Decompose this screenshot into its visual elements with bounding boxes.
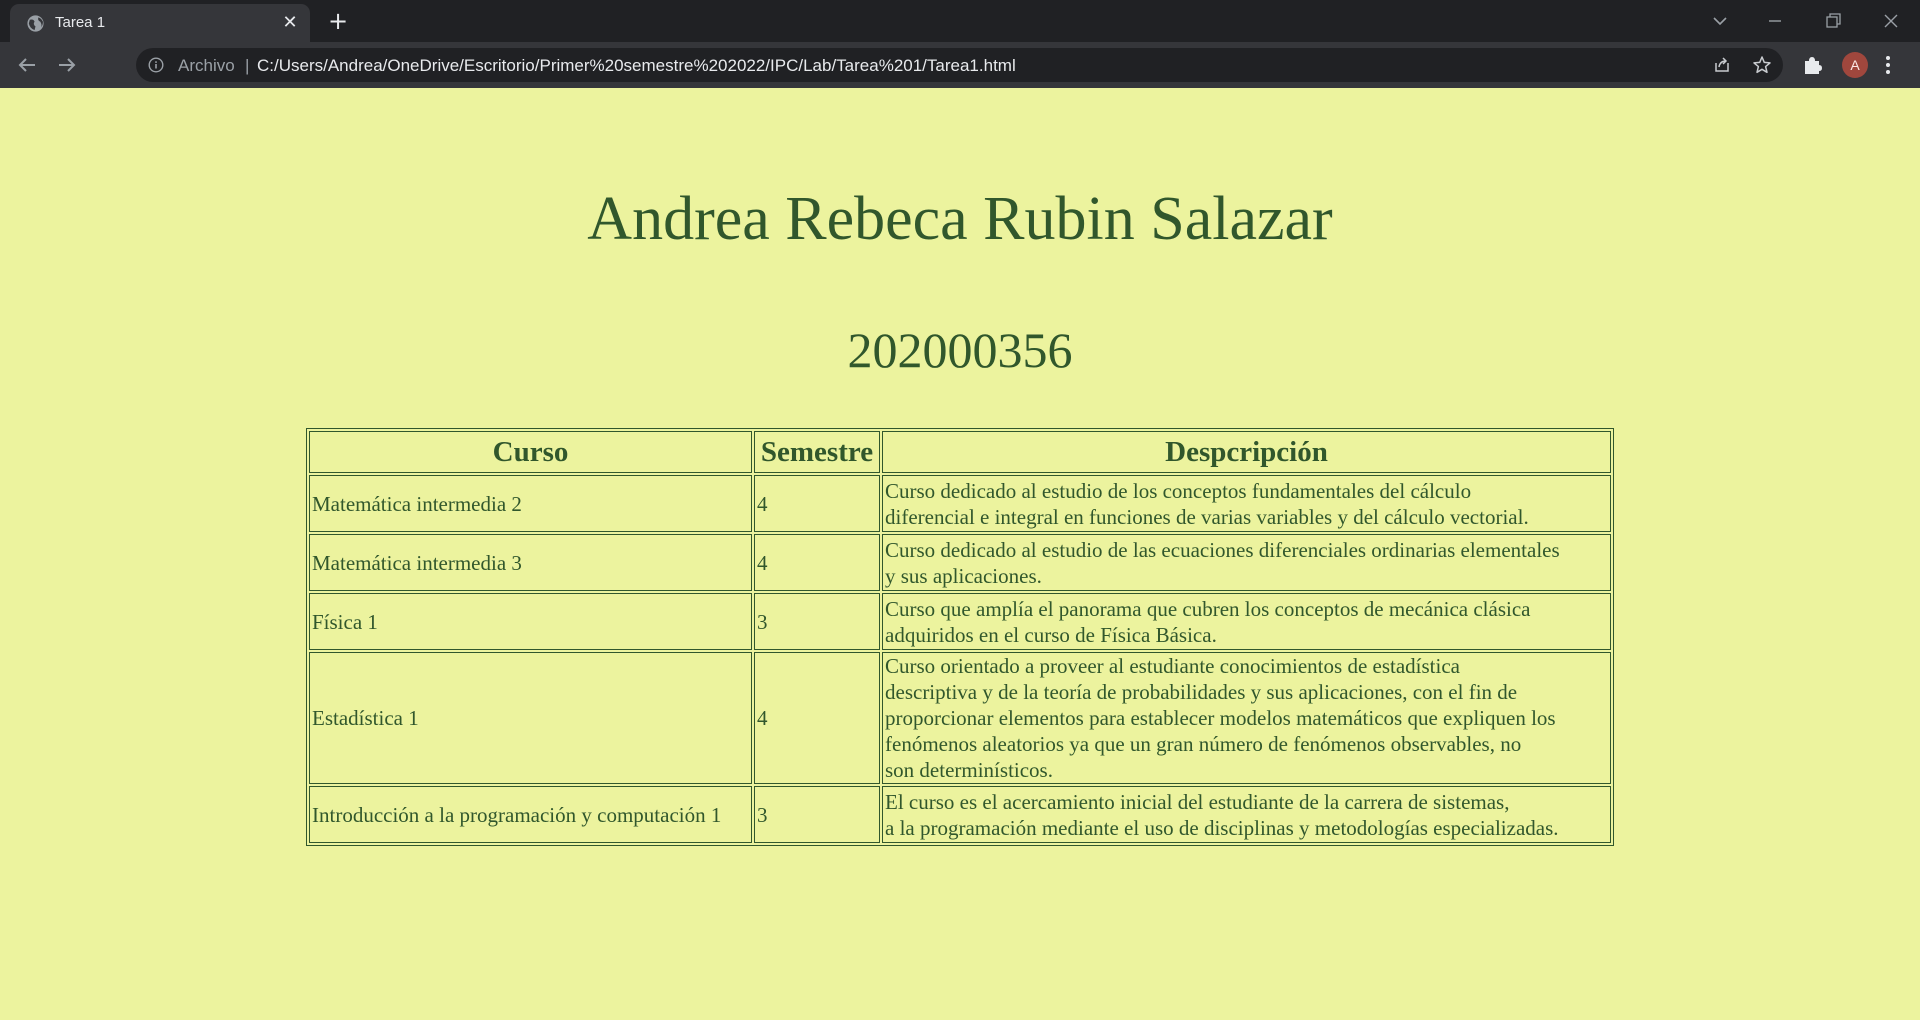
kebab-menu-icon[interactable] <box>1884 53 1892 77</box>
tab-tarea-1[interactable]: Tarea 1 ✕ <box>10 4 310 42</box>
address-bar[interactable]: Archivo | C:/Users/Andrea/OneDrive/Escri… <box>136 48 1783 82</box>
chevron-down-icon[interactable] <box>1705 6 1735 36</box>
tab-title: Tarea 1 <box>55 14 106 31</box>
share-icon[interactable] <box>1712 55 1732 75</box>
description-line: diferencial e integral en funciones de v… <box>885 504 1529 529</box>
table-row: Matemática intermedia 3 4 Curso dedicado… <box>309 534 1611 591</box>
cell-curso: Física 1 <box>309 593 752 650</box>
restore-icon[interactable] <box>1818 6 1848 36</box>
forward-arrow-icon[interactable] <box>52 50 82 80</box>
description-line: adquiridos en el curso de Física Básica. <box>885 622 1217 647</box>
star-icon[interactable] <box>1752 55 1772 75</box>
globe-icon <box>26 14 45 33</box>
description-line: proporcionar elementos para establecer m… <box>885 706 1556 730</box>
window-close-icon[interactable] <box>1876 6 1906 36</box>
scheme-label: Archivo <box>178 56 235 75</box>
cell-descripcion: Curso dedicado al estudio de las ecuacio… <box>882 534 1611 591</box>
cell-curso: Estadística 1 <box>309 652 752 784</box>
student-name: Andrea Rebeca Rubin Salazar <box>587 185 1333 253</box>
back-arrow-icon[interactable] <box>12 50 42 80</box>
description-line: El curso es el acercamiento inicial del … <box>885 789 1510 814</box>
cell-curso: Matemática intermedia 2 <box>309 475 752 532</box>
minimize-icon[interactable] <box>1760 6 1790 36</box>
cell-descripcion: Curso orientado a proveer al estudiante … <box>882 652 1611 784</box>
cell-semestre: 4 <box>754 534 880 591</box>
browser-chrome: Tarea 1 ✕ + Archivo | C:/Users/Andrea/On… <box>0 0 1920 88</box>
cell-descripcion: Curso dedicado al estudio de los concept… <box>882 475 1611 532</box>
url-text[interactable]: C:/Users/Andrea/OneDrive/Escritorio/Prim… <box>257 56 1016 76</box>
puzzle-icon[interactable] <box>1801 54 1823 76</box>
description-line: fenómenos aleatorios ya que un gran núme… <box>885 732 1522 756</box>
student-id: 202000356 <box>847 322 1073 378</box>
cell-descripcion: El curso es el acercamiento inicial del … <box>882 786 1611 843</box>
cell-descripcion: Curso que amplía el panorama que cubren … <box>882 593 1611 650</box>
info-icon[interactable] <box>148 57 164 73</box>
description-line: son determinísticos. <box>885 758 1053 782</box>
close-icon[interactable]: ✕ <box>280 13 300 33</box>
description-line: Curso orientado a proveer al estudiante … <box>885 654 1460 678</box>
table-row: Física 1 3 Curso que amplía el panorama … <box>309 593 1611 650</box>
table-row: Matemática intermedia 2 4 Curso dedicado… <box>309 475 1611 532</box>
plus-icon[interactable]: + <box>325 8 351 34</box>
courses-table: Curso Semestre Despcripción Matemática i… <box>306 428 1614 846</box>
description-line: a la programación mediante el uso de dis… <box>885 815 1559 840</box>
cell-semestre: 4 <box>754 652 880 784</box>
cell-semestre: 3 <box>754 786 880 843</box>
cell-semestre: 4 <box>754 475 880 532</box>
tab-strip: Tarea 1 ✕ + <box>0 0 1920 42</box>
cell-curso: Introducción a la programación y computa… <box>309 786 752 843</box>
cell-curso: Matemática intermedia 3 <box>309 534 752 591</box>
header-row: Curso Semestre Despcripción <box>309 431 1611 473</box>
scheme-separator: | <box>245 56 250 75</box>
page-content: Andrea Rebeca Rubin Salazar 202000356 Cu… <box>0 88 1920 1020</box>
description-line: Curso que amplía el panorama que cubren … <box>885 596 1531 621</box>
description-line: Curso dedicado al estudio de las ecuacio… <box>885 537 1560 562</box>
toolbar: Archivo | C:/Users/Andrea/OneDrive/Escri… <box>0 42 1920 88</box>
table-row: Estadística 1 4 Curso orientado a provee… <box>309 652 1611 784</box>
description-line: Curso dedicado al estudio de los concept… <box>885 478 1472 503</box>
profile-avatar[interactable]: A <box>1842 52 1868 78</box>
cell-semestre: 3 <box>754 593 880 650</box>
description-line: descriptiva y de la teoría de probabilid… <box>885 680 1518 704</box>
description-line: y sus aplicaciones. <box>885 563 1042 588</box>
header-descripcion: Despcripción <box>882 431 1611 473</box>
header-curso: Curso <box>309 431 752 473</box>
header-semestre: Semestre <box>754 431 880 473</box>
table-row: Introducción a la programación y computa… <box>309 786 1611 843</box>
